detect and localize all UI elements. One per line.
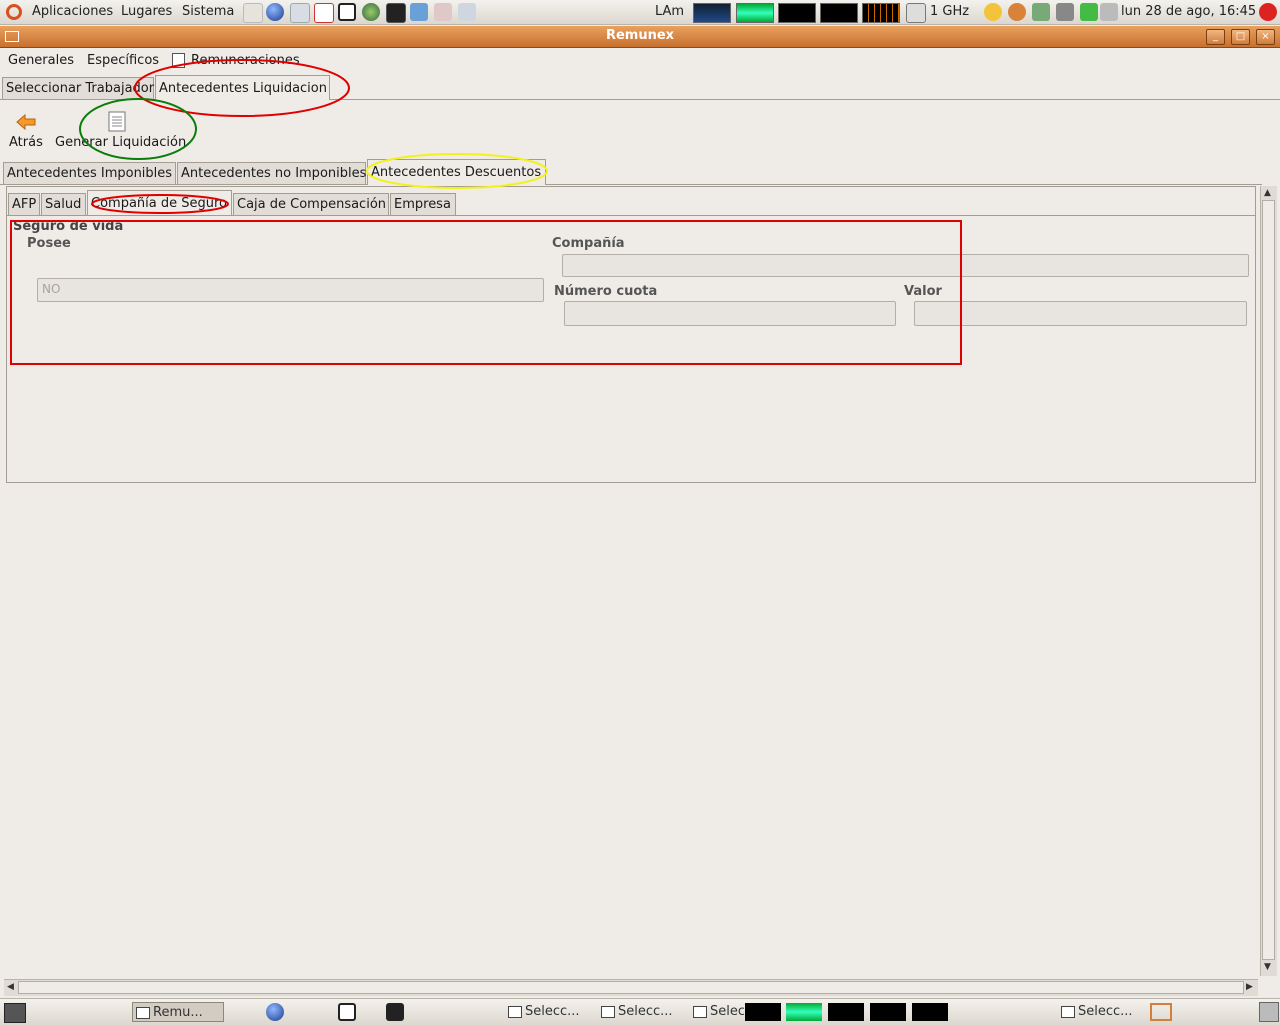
window-icon — [1061, 1006, 1075, 1018]
taskbar-item-selecc-4[interactable]: Selecc... — [1058, 1002, 1148, 1022]
annotation-red-rectangle-form — [10, 220, 962, 365]
annotation-green-ellipse-generate — [79, 98, 197, 160]
window-icon — [136, 1007, 150, 1019]
net-monitor-graph[interactable] — [828, 1003, 864, 1021]
window-icon — [508, 1006, 522, 1018]
trash-icon[interactable] — [1259, 1002, 1279, 1022]
annotation-red-ellipse-seguro — [91, 194, 229, 214]
scroll-down-arrow-icon[interactable]: ▼ — [1264, 962, 1271, 972]
taskbar-item-label: Remu... — [153, 1005, 203, 1020]
taskbar-item-remunex[interactable]: Remu... — [132, 1002, 224, 1022]
inkscape-icon[interactable] — [338, 1003, 356, 1021]
taskbar-item-selecc-2[interactable]: Selecc... — [598, 1002, 688, 1022]
terminal-icon[interactable] — [386, 1003, 404, 1021]
vertical-scroll-thumb[interactable] — [1262, 200, 1275, 960]
taskbar-item-label: Selecc... — [525, 1004, 580, 1019]
browser-globe-icon[interactable] — [266, 1003, 284, 1021]
memory-monitor-graph[interactable] — [786, 1003, 822, 1021]
annotation-yellow-ellipse-descuentos — [366, 153, 548, 189]
scroll-left-arrow-icon[interactable]: ◀ — [7, 982, 14, 992]
swap-monitor-graph[interactable] — [870, 1003, 906, 1021]
taskbar-item-label: Selecc... — [1078, 1004, 1133, 1019]
workspace-switcher[interactable] — [1150, 1003, 1172, 1021]
taskbar-item-selecc-3[interactable]: Selecc... — [690, 1002, 744, 1022]
taskbar-item-selecc-1[interactable]: Selecc... — [505, 1002, 595, 1022]
annotation-red-ellipse-tab — [134, 59, 350, 117]
load-monitor-graph[interactable] — [912, 1003, 948, 1021]
window-icon — [601, 1006, 615, 1018]
scroll-right-arrow-icon[interactable]: ▶ — [1246, 982, 1253, 992]
vertical-scrollbar[interactable]: ▲ ▼ — [1260, 186, 1277, 976]
taskbar-item-label: Selecc... — [618, 1004, 673, 1019]
scroll-up-arrow-icon[interactable]: ▲ — [1264, 188, 1271, 198]
bottom-panel: Remu... Selecc... Selecc... Selecc... Se… — [0, 998, 1280, 1025]
horizontal-scroll-thumb[interactable] — [18, 981, 1244, 994]
horizontal-scrollbar[interactable]: ◀ ▶ — [4, 979, 1258, 996]
show-desktop-icon[interactable] — [4, 1003, 26, 1023]
cpu-monitor-graph[interactable] — [745, 1003, 781, 1021]
taskbar-item-label: Selecc... — [710, 1004, 744, 1019]
annotation-overlay — [10, 59, 962, 365]
window-icon — [693, 1006, 707, 1018]
